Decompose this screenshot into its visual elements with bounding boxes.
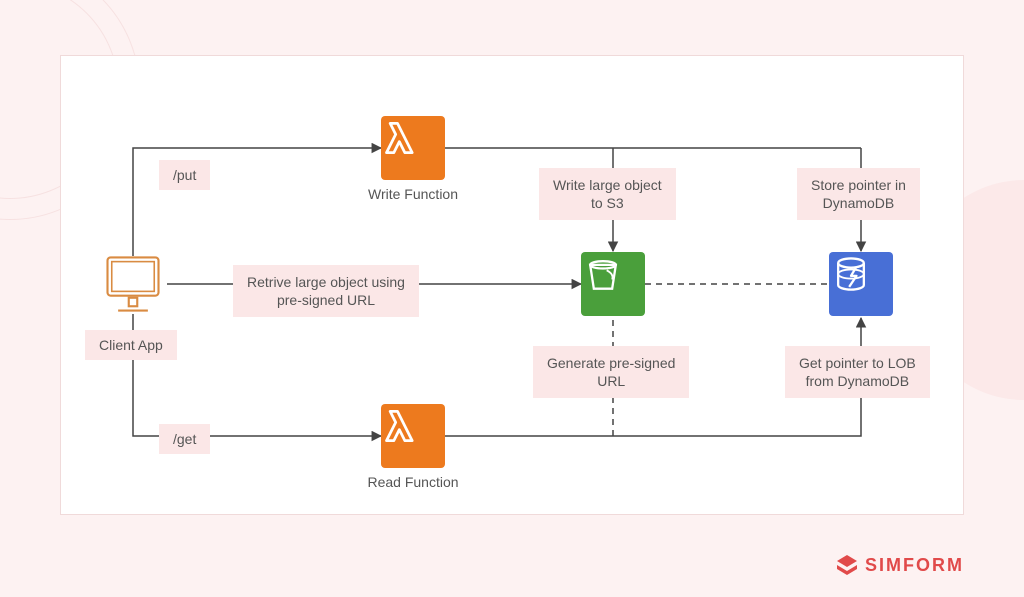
store-pointer-label: Store pointer in DynamoDB bbox=[797, 168, 920, 220]
simform-logo-icon bbox=[835, 553, 859, 577]
generate-presigned-label: Generate pre-signed URL bbox=[533, 346, 689, 398]
client-app-icon bbox=[99, 251, 167, 319]
client-app-label: Client App bbox=[85, 330, 177, 360]
retrieve-label: Retrive large object using pre-signed UR… bbox=[233, 265, 419, 317]
s3-bucket-icon bbox=[581, 252, 645, 316]
put-endpoint-label: /put bbox=[159, 160, 210, 190]
write-function-label: Write Function bbox=[361, 186, 465, 202]
lambda-read-icon bbox=[381, 404, 445, 468]
dynamodb-icon bbox=[829, 252, 893, 316]
get-endpoint-label: /get bbox=[159, 424, 210, 454]
lambda-write-icon bbox=[381, 116, 445, 180]
write-s3-label: Write large object to S3 bbox=[539, 168, 676, 220]
brand-name: SIMFORM bbox=[865, 555, 964, 576]
read-function-label: Read Function bbox=[361, 474, 465, 490]
get-pointer-label: Get pointer to LOB from DynamoDB bbox=[785, 346, 930, 398]
brand-logo: SIMFORM bbox=[835, 553, 964, 577]
diagram-canvas: Client App /put /get Retrive large objec… bbox=[60, 55, 964, 515]
